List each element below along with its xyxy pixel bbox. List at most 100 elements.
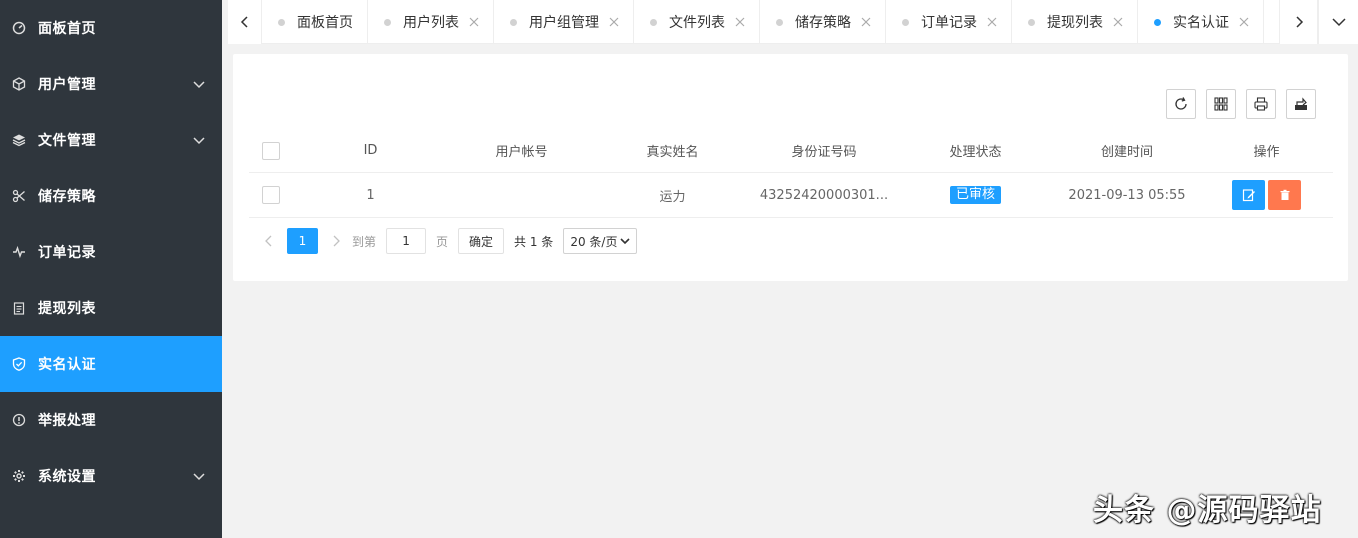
sidebar-item-file-management[interactable]: 文件管理 <box>0 112 222 168</box>
sidebar-item-report-handling[interactable]: 举报处理 <box>0 392 222 448</box>
status-badge: 已审核 <box>949 186 1001 204</box>
pulse-icon <box>12 245 26 259</box>
next-page-button[interactable] <box>326 228 346 254</box>
scissors-icon <box>12 189 26 203</box>
tab-label: 实名认证 <box>1173 15 1229 31</box>
header-account[interactable]: 用户帐号 <box>449 129 594 172</box>
cell-account <box>449 173 594 217</box>
close-icon[interactable] <box>735 17 745 27</box>
cell-status: 已审核 <box>897 173 1054 217</box>
tab-user-group[interactable]: 用户组管理 <box>494 0 634 44</box>
header-id[interactable]: ID <box>292 129 449 172</box>
pagination: 1 到第 页 确定 共 1 条 20 条/页 <box>259 228 638 254</box>
chevron-down-icon <box>620 238 630 245</box>
sidebar-item-dashboard[interactable]: 面板首页 <box>0 0 222 56</box>
export-button[interactable] <box>1286 89 1316 119</box>
sidebar-item-system-settings[interactable]: 系统设置 <box>0 448 222 504</box>
current-page[interactable]: 1 <box>287 228 318 254</box>
tab-dot <box>650 18 657 26</box>
close-icon[interactable] <box>609 17 619 27</box>
edit-button[interactable] <box>1232 180 1265 210</box>
dashboard-icon <box>12 21 26 35</box>
row-select-cell <box>249 173 292 217</box>
select-all-cell <box>249 129 292 172</box>
tab-withdraw-list[interactable]: 提现列表 <box>1012 0 1138 44</box>
tab-menu-button[interactable] <box>1318 0 1358 44</box>
tab-label: 面板首页 <box>297 15 353 31</box>
chevron-down-icon <box>193 81 205 89</box>
prev-page-button[interactable] <box>259 228 279 254</box>
cell-id-number: 43252420000301... <box>759 187 889 203</box>
sidebar-item-label: 系统设置 <box>38 469 96 485</box>
tab-real-name-auth[interactable]: 实名认证 <box>1138 0 1264 44</box>
tab-order-records[interactable]: 订单记录 <box>886 0 1012 44</box>
table-header-row: ID 用户帐号 真实姓名 身份证号码 处理状态 创建时间 操作 <box>249 129 1333 173</box>
sidebar-item-label: 举报处理 <box>38 413 96 429</box>
sidebar-item-label: 提现列表 <box>38 301 96 317</box>
tab-label: 提现列表 <box>1047 15 1103 31</box>
close-icon[interactable] <box>1113 17 1123 27</box>
tab-user-list[interactable]: 用户列表 <box>368 0 494 44</box>
tab-scroll-right-button[interactable] <box>1279 0 1318 44</box>
sidebar-item-withdraw-list[interactable]: 提现列表 <box>0 280 222 336</box>
chevron-down-icon <box>193 473 205 481</box>
total-count: 共 1 条 <box>514 234 554 249</box>
goto-confirm-button[interactable]: 确定 <box>458 228 505 254</box>
columns-icon <box>1214 97 1228 111</box>
print-button[interactable] <box>1246 89 1276 119</box>
close-icon[interactable] <box>861 17 871 27</box>
sidebar-item-label: 实名认证 <box>38 357 96 373</box>
sidebar-item-storage-policy[interactable]: 储存策略 <box>0 168 222 224</box>
tab-dot <box>278 18 285 26</box>
trash-icon <box>1280 189 1289 200</box>
tab-dot <box>384 18 391 26</box>
tab-label: 订单记录 <box>921 15 977 31</box>
refresh-button[interactable] <box>1166 89 1196 119</box>
data-table: ID 用户帐号 真实姓名 身份证号码 处理状态 创建时间 操作 1 运力 432… <box>249 129 1333 218</box>
info-icon <box>12 413 26 427</box>
tab-scroll-left-button[interactable] <box>228 0 262 44</box>
sidebar-item-label: 文件管理 <box>38 133 96 149</box>
layers-icon <box>12 133 26 147</box>
close-icon[interactable] <box>987 17 997 27</box>
sidebar-item-label: 用户管理 <box>38 77 96 93</box>
sidebar: 面板首页 用户管理 文件管理 储存策略 订单记录 提现列表 实名认证 举报处理 … <box>0 0 222 538</box>
goto-label: 到第 <box>352 234 377 249</box>
tab-dashboard[interactable]: 面板首页 <box>262 0 368 44</box>
cell-real-name: 运力 <box>659 189 686 205</box>
tab-label: 文件列表 <box>669 15 725 31</box>
header-created[interactable]: 创建时间 <box>1054 129 1200 172</box>
header-status[interactable]: 处理状态 <box>897 129 1054 172</box>
tab-storage-policy[interactable]: 储存策略 <box>760 0 886 44</box>
tab-file-list[interactable]: 文件列表 <box>634 0 760 44</box>
sidebar-item-label: 面板首页 <box>38 21 96 37</box>
cell-created: 2021-09-13 05:55 <box>1068 187 1186 203</box>
row-checkbox[interactable] <box>261 186 280 204</box>
select-all-checkbox[interactable] <box>261 141 280 160</box>
sidebar-item-user-management[interactable]: 用户管理 <box>0 56 222 112</box>
sidebar-item-real-name-auth[interactable]: 实名认证 <box>0 336 222 392</box>
close-icon[interactable] <box>1239 17 1249 27</box>
sidebar-item-order-records[interactable]: 订单记录 <box>0 224 222 280</box>
tab-list: 面板首页 用户列表 用户组管理 文件列表 储存策略 订单记录 提现列表 实名认证 <box>262 0 1279 44</box>
tab-bar: 面板首页 用户列表 用户组管理 文件列表 储存策略 订单记录 提现列表 实名认证 <box>228 0 1358 44</box>
delete-button[interactable] <box>1268 180 1301 210</box>
tab-dot <box>776 18 783 26</box>
tab-label: 储存策略 <box>795 15 851 31</box>
clipboard-icon <box>12 301 26 315</box>
tab-dot <box>1028 18 1035 26</box>
print-icon <box>1254 97 1268 111</box>
header-id-number[interactable]: 身份证号码 <box>751 129 897 172</box>
tab-dot <box>902 18 909 26</box>
close-icon[interactable] <box>469 17 479 27</box>
page-unit-label: 页 <box>436 234 449 249</box>
tab-label: 用户列表 <box>403 15 459 31</box>
header-real-name[interactable]: 真实姓名 <box>594 129 751 172</box>
page-size-select[interactable]: 20 条/页 <box>563 228 638 254</box>
goto-page-input[interactable] <box>386 228 427 254</box>
chevron-right-icon <box>1295 16 1303 28</box>
chevron-down-icon <box>1331 18 1346 27</box>
cell-actions <box>1200 173 1333 217</box>
tab-dot <box>510 18 517 26</box>
columns-button[interactable] <box>1206 89 1236 119</box>
